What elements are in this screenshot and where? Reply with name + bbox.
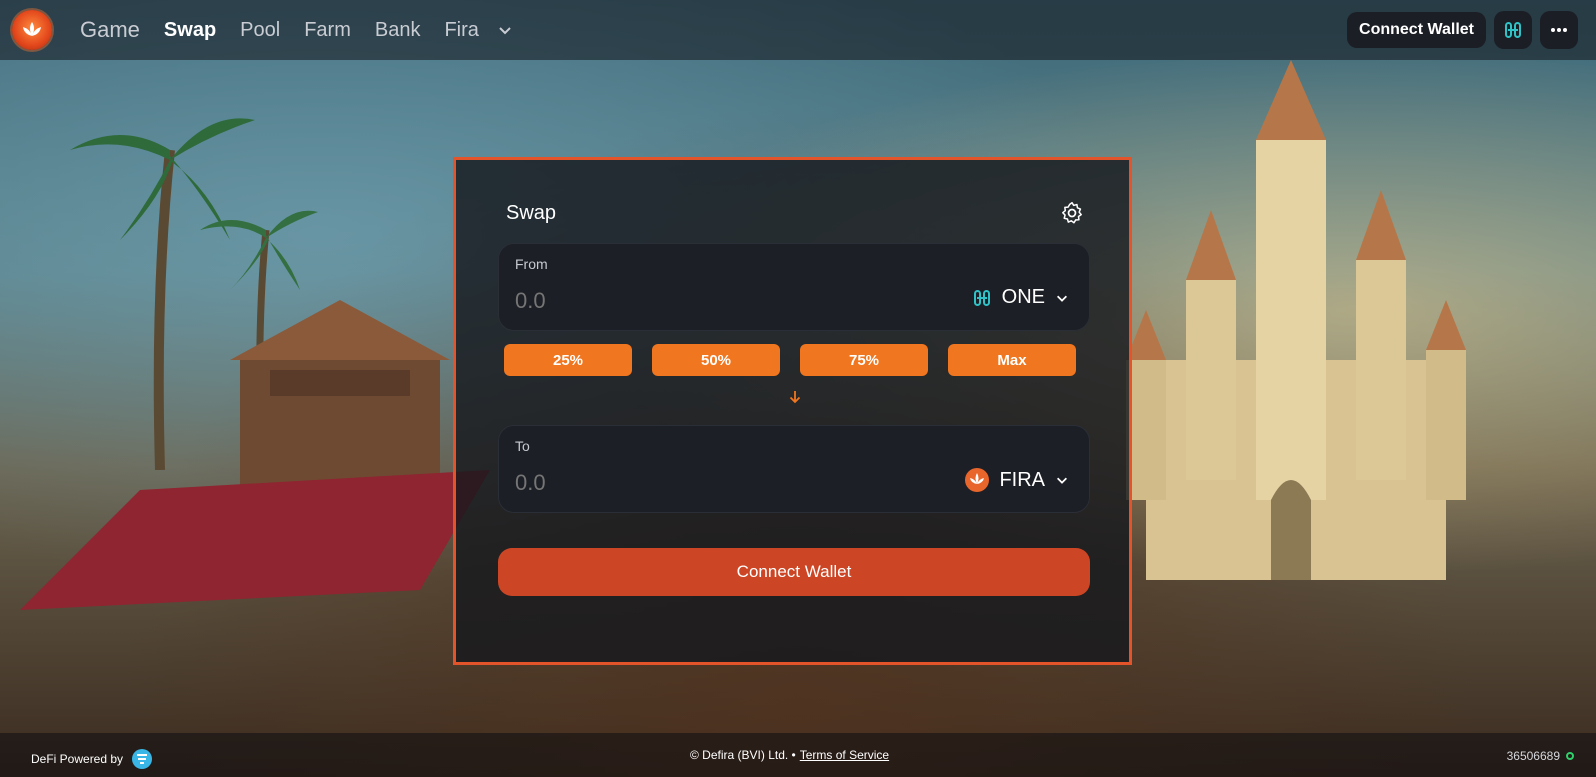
swap-connect-wallet-button[interactable]: Connect Wallet xyxy=(498,548,1090,596)
arrow-down-icon xyxy=(789,391,801,404)
to-label: To xyxy=(515,438,530,454)
red-awning xyxy=(20,470,490,610)
main-nav: Game Swap Pool Farm Bank Fira xyxy=(80,17,513,43)
header-connect-wallet-button[interactable]: Connect Wallet xyxy=(1347,12,1486,48)
footer: DeFi Powered by © Defira (BVI) Ltd. • Te… xyxy=(0,733,1596,777)
chevron-down-icon xyxy=(1057,477,1067,484)
footer-legal: © Defira (BVI) Ltd. • Terms of Service xyxy=(690,748,889,762)
powered-by-text: DeFi Powered by xyxy=(31,752,124,766)
to-token-symbol: FIRA xyxy=(999,468,1045,491)
settings-button[interactable] xyxy=(1059,200,1085,226)
nav-item-bank[interactable]: Bank xyxy=(375,19,421,42)
copyright-text: © Defira (BVI) Ltd. • xyxy=(690,748,796,762)
marketplace-building xyxy=(230,300,450,500)
gear-icon xyxy=(1062,201,1082,224)
defira-logo[interactable] xyxy=(12,10,52,50)
to-token-selector[interactable]: FIRA xyxy=(965,468,1069,492)
percent-button-row: 25% 50% 75% Max xyxy=(504,344,1076,376)
nav-item-farm[interactable]: Farm xyxy=(304,19,351,42)
top-navigation-bar: Game Swap Pool Farm Bank Fira Connect Wa… xyxy=(0,0,1596,60)
percent-50-button[interactable]: 50% xyxy=(652,344,780,376)
swap-title: Swap xyxy=(506,202,557,224)
nav-item-fira[interactable]: Fira xyxy=(444,19,478,42)
to-amount-input[interactable] xyxy=(515,470,815,496)
terms-of-service-link[interactable]: Terms of Service xyxy=(800,748,889,762)
max-button[interactable]: Max xyxy=(948,344,1076,376)
from-token-selector[interactable]: ONE xyxy=(972,286,1069,309)
swap-card: Swap From ONE 25% 50% 75% Max xyxy=(453,157,1132,665)
network-selector-button[interactable] xyxy=(1494,11,1532,49)
nav-item-game[interactable]: Game xyxy=(80,17,140,43)
dfk-chain-icon[interactable] xyxy=(131,748,153,770)
to-token-panel: To FIRA xyxy=(498,425,1090,513)
harmony-one-icon xyxy=(1505,22,1521,38)
block-number: 36506689 xyxy=(1506,749,1560,763)
palm-tree-illustration xyxy=(70,118,255,470)
chevron-down-icon xyxy=(1057,295,1067,302)
block-status: 36506689 xyxy=(1507,749,1574,763)
harmony-one-icon xyxy=(973,289,990,306)
nav-item-pool[interactable]: Pool xyxy=(240,19,280,42)
palm-tree-small-illustration xyxy=(200,210,318,430)
percent-75-button[interactable]: 75% xyxy=(800,344,928,376)
percent-25-button[interactable]: 25% xyxy=(504,344,632,376)
lotus-logo-icon xyxy=(23,22,41,36)
status-dot-icon xyxy=(1566,752,1574,760)
nav-more-chevron-down-icon[interactable] xyxy=(497,22,513,38)
more-horizontal-icon xyxy=(1551,28,1567,32)
from-label: From xyxy=(515,256,548,272)
more-menu-button[interactable] xyxy=(1540,11,1578,49)
swap-direction-button[interactable] xyxy=(787,389,803,405)
header-actions: Connect Wallet xyxy=(1347,11,1578,49)
from-token-panel: From ONE xyxy=(498,243,1090,331)
powered-by: DeFi Powered by xyxy=(31,748,153,770)
from-amount-input[interactable] xyxy=(515,288,815,314)
from-token-symbol: ONE xyxy=(1001,286,1045,308)
castle-illustration xyxy=(1126,60,1466,580)
nav-item-swap[interactable]: Swap xyxy=(164,19,216,42)
fira-icon xyxy=(965,468,990,492)
